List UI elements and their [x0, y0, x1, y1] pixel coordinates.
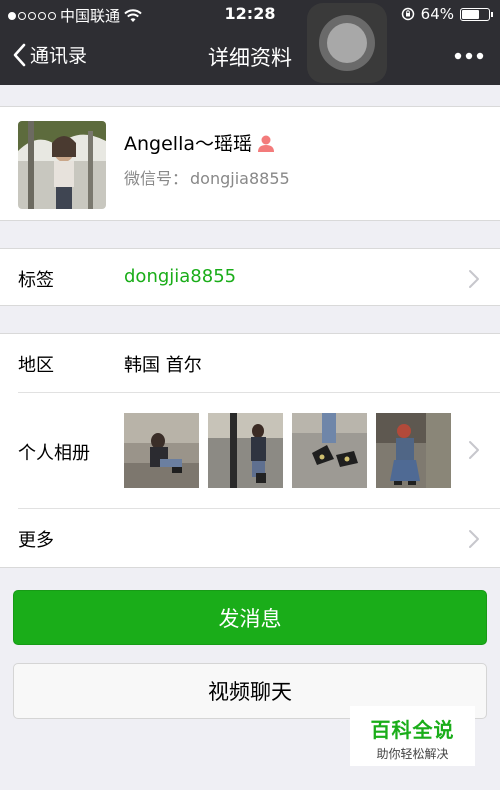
album-photo[interactable] [208, 413, 283, 488]
contact-name: Angella～瑶瑶 [124, 133, 252, 155]
chevron-right-icon [469, 441, 479, 459]
more-button[interactable] [454, 42, 484, 67]
album-photo[interactable] [292, 413, 367, 488]
battery-fill [462, 9, 479, 19]
send-message-button[interactable]: 发消息 [13, 590, 487, 645]
status-bar: 中国联通 12:28 64% [0, 0, 500, 28]
profile-card[interactable]: Angella～瑶瑶 微信号： dongjia8855 [0, 106, 500, 221]
avatar[interactable] [18, 121, 106, 209]
chevron-right-icon [469, 270, 479, 288]
chevron-right-icon [469, 530, 479, 548]
wechat-id: 微信号： dongjia8855 [124, 165, 292, 189]
rotation-lock-icon [401, 7, 414, 21]
wechat-id-label: 微信号： [124, 169, 189, 188]
region-value: 韩国 首尔 [124, 355, 202, 376]
more-label: 更多 [18, 530, 54, 551]
watermark-main: 百科全说 [370, 718, 455, 742]
tags-label: 标签 [18, 270, 54, 291]
album-photo[interactable] [376, 413, 451, 488]
battery-icon [460, 7, 493, 21]
details-group: 地区 韩国 首尔 个人相册 更多 [0, 333, 500, 568]
female-icon [258, 135, 274, 152]
album-photo[interactable] [124, 413, 199, 488]
watermark-sub: 助你轻松解决 [376, 747, 449, 761]
page-title: 详细资料 [208, 46, 292, 70]
name-row: Angella～瑶瑶 [124, 129, 274, 156]
nav-bar: 通讯录 详细资料 [0, 28, 500, 85]
more-row[interactable]: 更多 [0, 509, 500, 567]
watermark-logo: 百科全说 助你轻松解决 [350, 706, 475, 766]
album-label: 个人相册 [18, 443, 90, 464]
ellipsis-icon [454, 52, 484, 60]
battery-percent: 64% [420, 5, 454, 23]
region-row: 地区 韩国 首尔 [0, 334, 500, 392]
wechat-id-value: dongjia8855 [190, 169, 290, 188]
status-right: 64% [401, 5, 493, 23]
region-label: 地区 [18, 355, 54, 376]
album-row[interactable]: 个人相册 [0, 393, 500, 508]
assistive-touch-button[interactable] [307, 3, 387, 83]
tags-row[interactable]: 标签 dongjia8855 [0, 248, 500, 306]
tags-value: dongjia8855 [124, 266, 237, 287]
